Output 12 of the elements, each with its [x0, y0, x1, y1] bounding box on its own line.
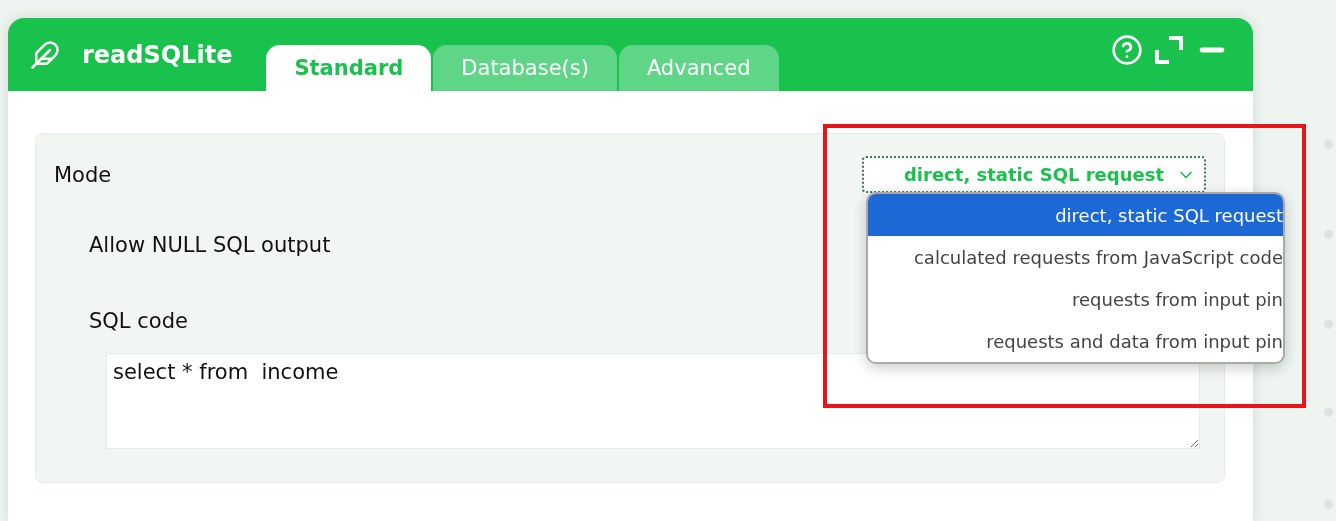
allow-null-label: Allow NULL SQL output — [89, 233, 331, 257]
dropdown-option[interactable]: requests and data from input pin — [868, 320, 1283, 362]
help-icon[interactable] — [1111, 33, 1143, 66]
window-title: readSQLite — [82, 40, 233, 69]
mode-label: Mode — [54, 162, 112, 187]
dropdown-option[interactable]: requests from input pin — [868, 278, 1283, 320]
sql-code-label: SQL code — [89, 309, 188, 333]
sql-code-field[interactable]: select * from income — [106, 353, 1200, 449]
dropdown-option[interactable]: calculated requests from JavaScript code — [868, 236, 1283, 278]
dropdown-option[interactable]: direct, static SQL request — [868, 194, 1283, 236]
quill-icon — [30, 39, 60, 70]
maximize-icon[interactable] — [1155, 35, 1183, 64]
